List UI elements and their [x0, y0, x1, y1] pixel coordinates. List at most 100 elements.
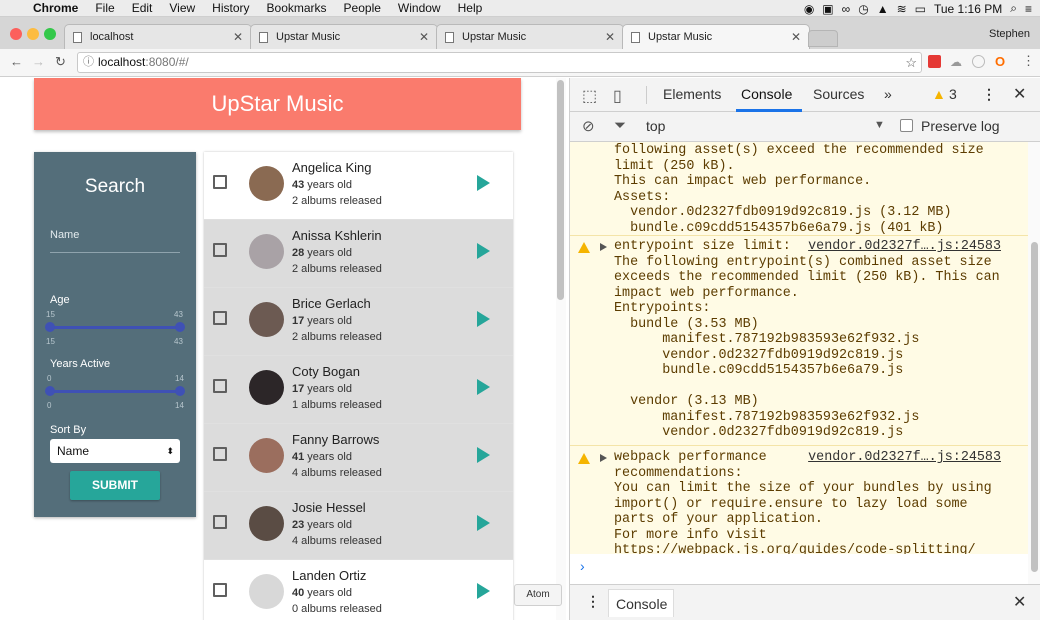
- new-tab-button[interactable]: [808, 30, 838, 47]
- menu-bookmarks[interactable]: Bookmarks: [267, 1, 327, 15]
- artist-name[interactable]: Angelica King: [292, 160, 372, 175]
- artist-row[interactable]: Angelica King 43 years old 2 albums rele…: [204, 152, 513, 220]
- expand-triangle-icon[interactable]: [600, 243, 607, 251]
- menu-window[interactable]: Window: [398, 1, 441, 15]
- tab-console[interactable]: Console: [741, 86, 792, 102]
- artist-checkbox[interactable]: [213, 311, 227, 325]
- play-icon[interactable]: [477, 583, 490, 599]
- reload-icon[interactable]: ↻: [55, 54, 66, 70]
- glasses-icon[interactable]: ∞: [842, 2, 851, 16]
- artist-name[interactable]: Anissa Kshlerin: [292, 228, 382, 243]
- play-icon[interactable]: [477, 243, 490, 259]
- zoom-window-icon[interactable]: [44, 28, 56, 40]
- source-link[interactable]: vendor.0d2327f….js:24583: [808, 239, 1001, 254]
- console-scrollbar[interactable]: [1028, 142, 1040, 584]
- minimize-window-icon[interactable]: [27, 28, 39, 40]
- forward-icon[interactable]: →: [32, 54, 45, 69]
- artist-row[interactable]: Coty Bogan 17 years old 1 albums release…: [204, 356, 513, 424]
- page-scrollbar[interactable]: [556, 78, 566, 620]
- close-tab-icon[interactable]: ✕: [419, 30, 429, 44]
- menu-people[interactable]: People: [344, 1, 381, 15]
- drive-icon[interactable]: ▲: [877, 2, 889, 16]
- device-toolbar-icon[interactable]: ▯: [613, 86, 622, 106]
- years-slider-max-handle[interactable]: [175, 386, 185, 396]
- play-icon[interactable]: [477, 447, 490, 463]
- play-icon[interactable]: [477, 515, 490, 531]
- page-scrollbar-thumb[interactable]: [557, 80, 564, 300]
- source-link[interactable]: vendor.0d2327f….js:24583: [808, 450, 1001, 465]
- submit-button[interactable]: SUBMIT: [70, 471, 160, 500]
- spotlight-icon[interactable]: ⌕: [1010, 1, 1017, 16]
- record-icon[interactable]: ◉: [804, 2, 814, 16]
- artist-name[interactable]: Brice Gerlach: [292, 296, 371, 311]
- more-tabs-icon[interactable]: »: [884, 86, 892, 102]
- menu-view[interactable]: View: [169, 1, 195, 15]
- profile-name[interactable]: Stephen: [989, 28, 1030, 40]
- age-slider-min-handle[interactable]: [45, 322, 55, 332]
- menu-chrome[interactable]: Chrome: [33, 1, 78, 15]
- console-scrollbar-thumb[interactable]: [1031, 242, 1038, 572]
- artist-row[interactable]: Brice Gerlach 17 years old 2 albums rele…: [204, 288, 513, 356]
- clock[interactable]: Tue 1:16 PM: [934, 2, 1002, 16]
- artist-checkbox[interactable]: [213, 243, 227, 257]
- artist-checkbox[interactable]: [213, 447, 227, 461]
- notification-center-icon[interactable]: ≡: [1025, 2, 1032, 16]
- extension-cloud-icon[interactable]: ☁: [950, 55, 962, 69]
- artist-name[interactable]: Landen Ortiz: [292, 568, 366, 583]
- artist-name[interactable]: Josie Hessel: [292, 500, 366, 515]
- clear-console-icon[interactable]: ⊘: [582, 117, 595, 135]
- extension-red-icon[interactable]: [928, 55, 941, 68]
- filter-icon[interactable]: ⏷: [614, 117, 626, 134]
- tab-upstar-2[interactable]: Upstar Music ✕: [436, 24, 624, 49]
- sort-select[interactable]: Name ⬍: [50, 439, 180, 463]
- tab-elements[interactable]: Elements: [663, 86, 721, 102]
- play-icon[interactable]: [477, 175, 490, 191]
- drawer-tab-console[interactable]: Console: [608, 589, 674, 617]
- console-prompt[interactable]: ›: [570, 554, 1028, 584]
- preserve-log-checkbox[interactable]: [900, 119, 913, 132]
- years-slider-track[interactable]: [50, 390, 180, 393]
- warning-count[interactable]: 3: [949, 86, 957, 102]
- artist-row[interactable]: Josie Hessel 23 years old 4 albums relea…: [204, 492, 513, 560]
- menu-edit[interactable]: Edit: [132, 1, 153, 15]
- info-icon[interactable]: ⓘ: [83, 53, 94, 72]
- preserve-log-label[interactable]: Preserve log: [921, 118, 1000, 134]
- artist-checkbox[interactable]: [213, 379, 227, 393]
- menu-help[interactable]: Help: [458, 1, 483, 15]
- close-tab-icon[interactable]: ✕: [791, 30, 801, 44]
- context-select[interactable]: top: [646, 118, 665, 134]
- artist-row[interactable]: Anissa Kshlerin 28 years old 2 albums re…: [204, 220, 513, 288]
- tab-upstar-1[interactable]: Upstar Music ✕: [250, 24, 438, 49]
- chrome-menu-icon[interactable]: ⋮: [1022, 53, 1035, 69]
- play-icon[interactable]: [477, 311, 490, 327]
- artist-checkbox[interactable]: [213, 175, 227, 189]
- close-tab-icon[interactable]: ✕: [605, 30, 615, 44]
- artist-name[interactable]: Coty Bogan: [292, 364, 360, 379]
- bookmark-star-icon[interactable]: ☆: [905, 53, 917, 72]
- time-machine-icon[interactable]: ◷: [858, 2, 868, 16]
- age-slider-max-handle[interactable]: [175, 322, 185, 332]
- extension-circle-icon[interactable]: [972, 55, 985, 68]
- artist-row[interactable]: Landen Ortiz 40 years old 0 albums relea…: [204, 560, 513, 620]
- drawer-menu-icon[interactable]: ⋮: [586, 593, 600, 610]
- context-dropdown-icon[interactable]: ▼: [874, 119, 885, 131]
- play-icon[interactable]: [477, 379, 490, 395]
- artist-row[interactable]: Fanny Barrows 41 years old 4 albums rele…: [204, 424, 513, 492]
- address-bar[interactable]: ⓘ localhost:8080/#/ ☆: [77, 52, 922, 73]
- artist-name[interactable]: Fanny Barrows: [292, 432, 379, 447]
- close-drawer-icon[interactable]: ✕: [1013, 592, 1026, 612]
- age-slider-track[interactable]: [50, 326, 180, 329]
- tab-sources[interactable]: Sources: [813, 86, 864, 102]
- devtools-menu-icon[interactable]: ⋮: [982, 86, 996, 103]
- artist-checkbox[interactable]: [213, 515, 227, 529]
- extension-orange-icon[interactable]: O: [995, 54, 1005, 69]
- close-tab-icon[interactable]: ✕: [233, 30, 243, 44]
- tab-localhost[interactable]: localhost ✕: [64, 24, 252, 49]
- tab-upstar-active[interactable]: Upstar Music ✕: [622, 24, 810, 49]
- warning-icon[interactable]: ▲: [932, 86, 946, 102]
- docker-icon[interactable]: ▣: [822, 2, 833, 16]
- name-input[interactable]: Name: [50, 229, 79, 241]
- back-icon[interactable]: ←: [10, 54, 23, 69]
- close-window-icon[interactable]: [10, 28, 22, 40]
- artist-checkbox[interactable]: [213, 583, 227, 597]
